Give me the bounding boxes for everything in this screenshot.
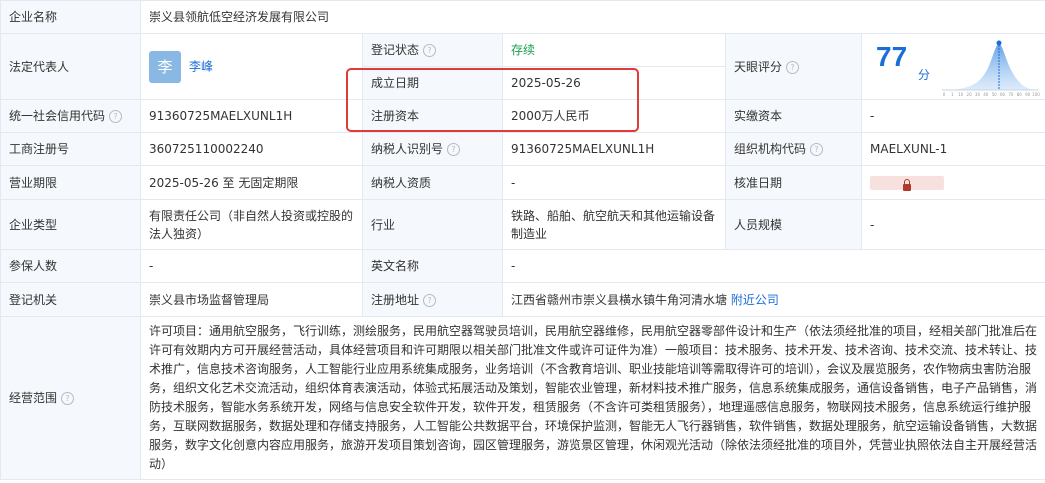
taxpayer-qual-label: 纳税人资质 (362, 165, 503, 200)
company-type-value: 有限责任公司（非自然人投资或控股的法人独资） (140, 199, 363, 250)
help-icon[interactable]: ? (423, 44, 437, 57)
score-axis-tick: 80 (1017, 92, 1023, 97)
score-axis-tick: 0 (943, 92, 946, 97)
score-axis-tick: 40 (983, 92, 989, 97)
org-code-label-cell: 组织机构代码? (725, 132, 862, 166)
company-name-label: 企业名称 (0, 0, 141, 34)
industry-label: 行业 (362, 199, 503, 250)
credit-code-value: 91360725MAELXUNL1H (140, 99, 363, 133)
score-axis-tick: 60 (1000, 92, 1006, 97)
english-name-label: 英文名称 (362, 249, 503, 283)
reg-capital-value: 2000万人民币 (502, 99, 726, 133)
score-axis-tick: 30 (975, 92, 981, 97)
biz-scope-label: 经营范围 (9, 391, 58, 405)
reg-address-label-cell: 注册地址? (362, 282, 503, 317)
reg-address-cell: 江西省赣州市崇义县横水镇牛角河清水塘 附近公司 (501, 282, 1045, 317)
biz-term-value: 2025-05-26 至 无固定期限 (140, 165, 363, 200)
nearby-companies-link[interactable]: 附近公司 (731, 293, 779, 307)
credit-code-label-cell: 统一社会信用代码? (0, 99, 141, 133)
company-info-table: 企业名称 崇义县领航低空经济发展有限公司 法定代表人 李李峰 登记状态? 存续 … (0, 0, 1045, 480)
biz-scope-label-cell: 经营范围? (0, 316, 141, 480)
approval-date-cell (860, 165, 1045, 200)
score-axis-tick: 100 (1032, 92, 1040, 97)
help-icon[interactable]: ? (423, 293, 437, 307)
help-icon[interactable]: ? (61, 392, 75, 405)
legal-rep-cell: 李李峰 (140, 33, 363, 100)
reg-authority-value: 崇义县市场监督管理局 (140, 282, 363, 317)
taxpayer-qual-value: - (502, 165, 726, 200)
company-name-value: 崇义县领航低空经济发展有限公司 (139, 0, 1045, 34)
score-unit: 分 (918, 67, 931, 82)
tianyan-score-cell[interactable]: 77 分 0 1 10 20 30 40 50 60 70 80 90 100 (860, 33, 1045, 100)
english-name-value: - (501, 249, 1045, 283)
lock-icon (903, 179, 911, 191)
legal-rep-name-link[interactable]: 李峰 (189, 59, 213, 73)
score-axis-tick: 20 (967, 92, 973, 97)
reg-status-label-cell: 登记状态? (362, 33, 503, 67)
biz-scope-value: 许可项目：通用航空服务，飞行训练，测绘服务，民用航空器驾驶员培训，民用航空器维修… (139, 316, 1045, 480)
score-axis-tick: 90 (1025, 92, 1031, 97)
locked-value[interactable] (870, 176, 944, 191)
paid-capital-label: 实缴资本 (725, 99, 862, 133)
reg-address-label: 注册地址 (371, 292, 420, 307)
biz-term-label: 营业期限 (0, 165, 141, 200)
biz-reg-no-label: 工商注册号 (0, 132, 141, 166)
org-code-label: 组织机构代码 (734, 142, 807, 156)
help-icon[interactable]: ? (447, 143, 461, 156)
score-axis-tick: 10 (958, 92, 964, 97)
score-axis-tick: 1 (951, 92, 954, 97)
taxpayer-id-label-cell: 纳税人识别号? (362, 132, 503, 166)
reg-status-label: 登记状态 (371, 43, 420, 57)
paid-capital-value: - (860, 99, 1045, 133)
tianyan-score-label-cell: 天眼评分? (725, 33, 862, 100)
reg-status-value: 存续 (502, 33, 726, 67)
org-code-value: MAELXUNL-1 (860, 132, 1045, 166)
help-icon[interactable]: ? (810, 143, 824, 156)
avatar: 李 (149, 50, 181, 83)
legal-rep-label: 法定代表人 (0, 33, 141, 100)
reg-authority-label: 登记机关 (0, 282, 141, 317)
reg-address-value: 江西省赣州市崇义县横水镇牛角河清水塘 (511, 292, 728, 307)
credit-code-label: 统一社会信用代码 (9, 109, 106, 123)
help-icon[interactable]: ? (109, 110, 123, 123)
industry-value: 铁路、船舶、航空航天和其他运输设备制造业 (502, 199, 726, 250)
insured-value: - (140, 249, 363, 283)
reg-capital-label: 注册资本 (362, 99, 503, 133)
score-axis-tick: 50 (992, 92, 998, 97)
biz-reg-no-value: 360725110002240 (140, 132, 363, 166)
score-axis-tick: 70 (1008, 92, 1014, 97)
established-label: 成立日期 (362, 66, 503, 100)
established-value: 2025-05-26 (502, 66, 726, 100)
staff-size-label: 人员规模 (725, 199, 862, 250)
insured-label: 参保人数 (0, 249, 141, 283)
score-value: 77 (876, 40, 908, 72)
staff-size-value: - (860, 199, 1045, 250)
score-distribution-chart: 0 1 10 20 30 40 50 60 70 80 90 100 (942, 40, 1040, 97)
taxpayer-id-label: 纳税人识别号 (371, 142, 444, 156)
approval-date-label: 核准日期 (725, 165, 862, 200)
help-icon[interactable]: ? (786, 60, 800, 74)
tianyan-score-label: 天眼评分 (734, 59, 783, 74)
company-type-label: 企业类型 (0, 199, 141, 250)
taxpayer-id-value: 91360725MAELXUNL1H (502, 132, 726, 166)
